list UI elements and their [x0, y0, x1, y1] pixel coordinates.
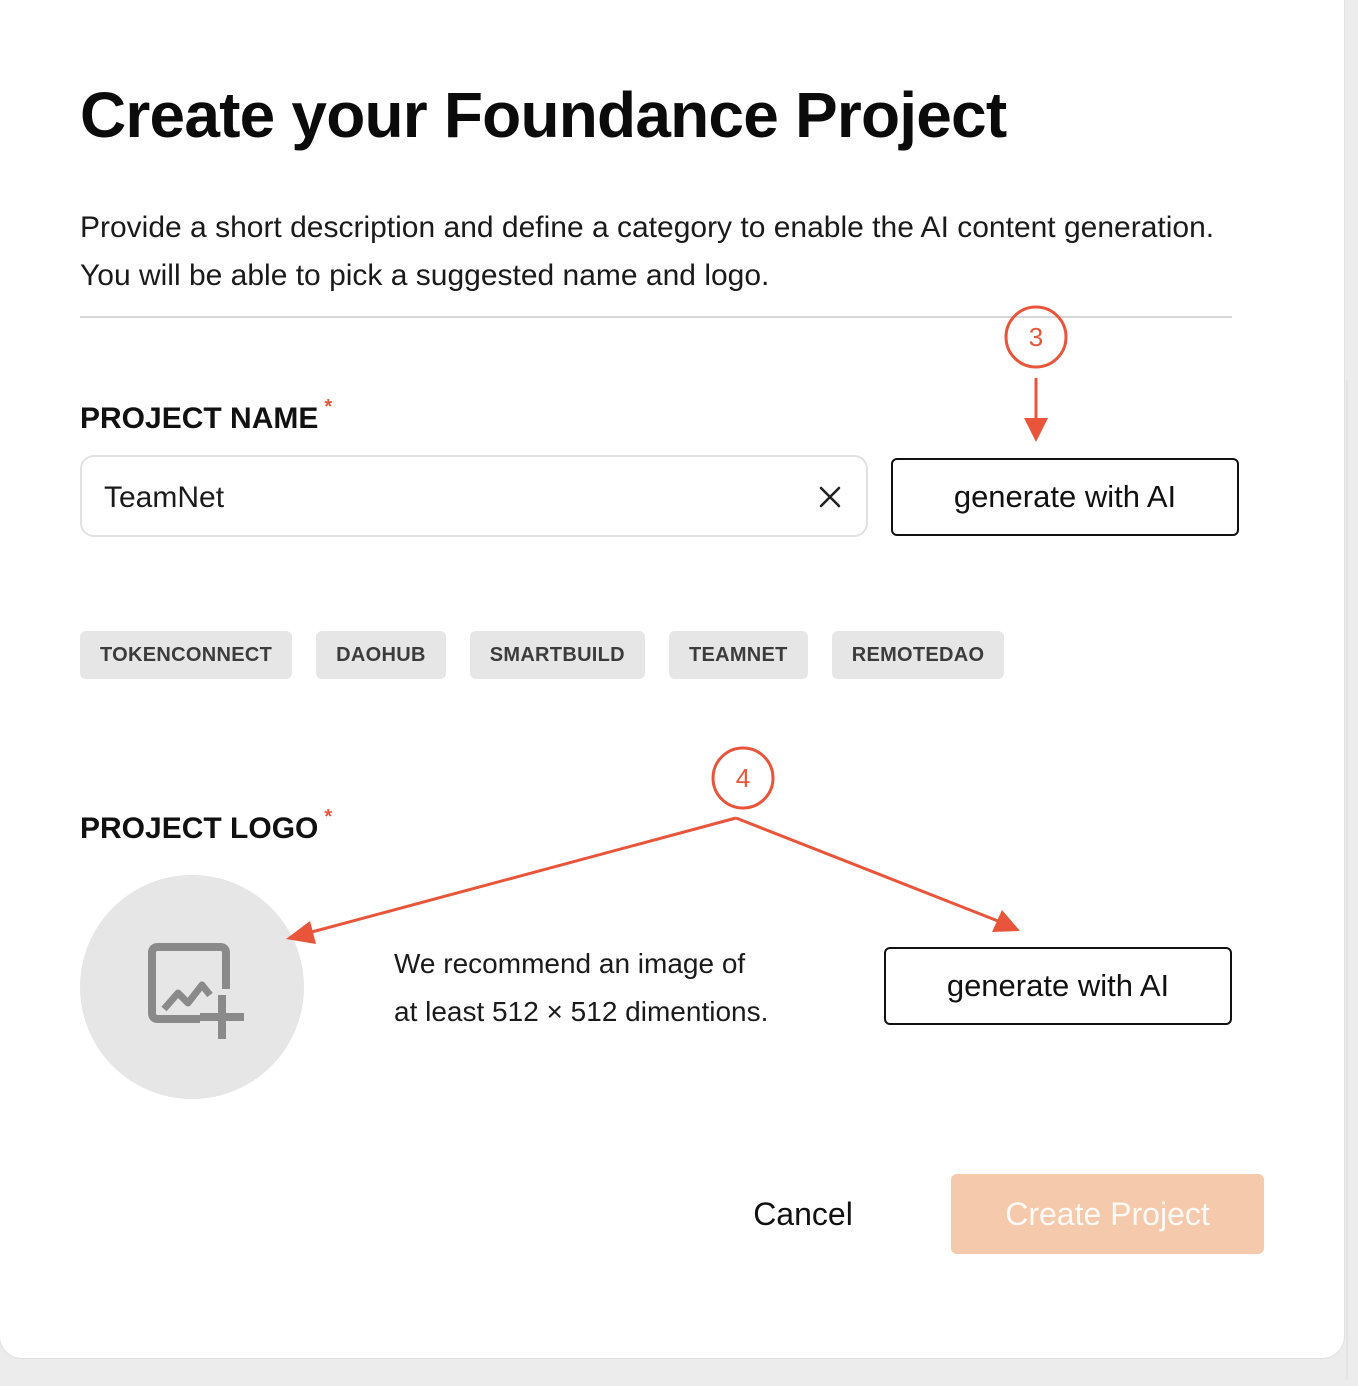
logo-hint-line-2: at least 512 × 512 dimentions. — [394, 996, 769, 1027]
step-4-number: 4 — [735, 763, 751, 793]
suggestion-chip-teamnet[interactable]: TEAMNET — [668, 631, 808, 679]
close-icon — [819, 486, 841, 508]
logo-size-hint: We recommend an image of at least 512 × … — [394, 940, 768, 1036]
clear-input-button[interactable] — [816, 483, 844, 511]
modal-title: Create your Foundance Project — [80, 79, 1007, 151]
generate-name-button[interactable]: generate with AI — [891, 458, 1239, 536]
suggestion-chip-remotedao[interactable]: REMOTEDAO — [831, 631, 1005, 679]
name-suggestions: TOKENCONNECT DAOHUB SMARTBUILD TEAMNET R… — [80, 631, 1005, 679]
background-page-edge — [1346, 380, 1358, 1380]
cancel-button[interactable]: Cancel — [720, 1176, 886, 1252]
generate-logo-button[interactable]: generate with AI — [884, 947, 1232, 1025]
add-image-icon — [148, 943, 244, 1039]
project-name-input[interactable]: TeamNet — [80, 455, 868, 537]
modal-description: Provide a short description and define a… — [80, 211, 1215, 292]
suggestion-chip-daohub[interactable]: DAOHUB — [316, 631, 446, 679]
logo-hint-line-1: We recommend an image of — [394, 948, 746, 979]
logo-upload-area[interactable] — [80, 875, 304, 1099]
suggestion-chip-smartbuild[interactable]: SMARTBUILD — [469, 631, 645, 679]
required-mark: * — [324, 806, 333, 828]
suggestion-chip-tokenconnect[interactable]: TOKENCONNECT — [80, 631, 293, 679]
project-logo-label-text: PROJECT LOGO — [80, 812, 319, 845]
step-3-number: 3 — [1028, 322, 1044, 352]
project-name-label-text: PROJECT NAME — [80, 402, 319, 435]
project-logo-label: PROJECT LOGO * — [80, 806, 332, 846]
create-project-button[interactable]: Create Project — [951, 1174, 1264, 1254]
required-mark: * — [324, 396, 333, 418]
project-name-value[interactable]: TeamNet — [104, 481, 224, 515]
create-project-modal: Create your Foundance Project Provide a … — [0, 0, 1344, 1358]
project-name-label: PROJECT NAME * — [80, 396, 332, 436]
